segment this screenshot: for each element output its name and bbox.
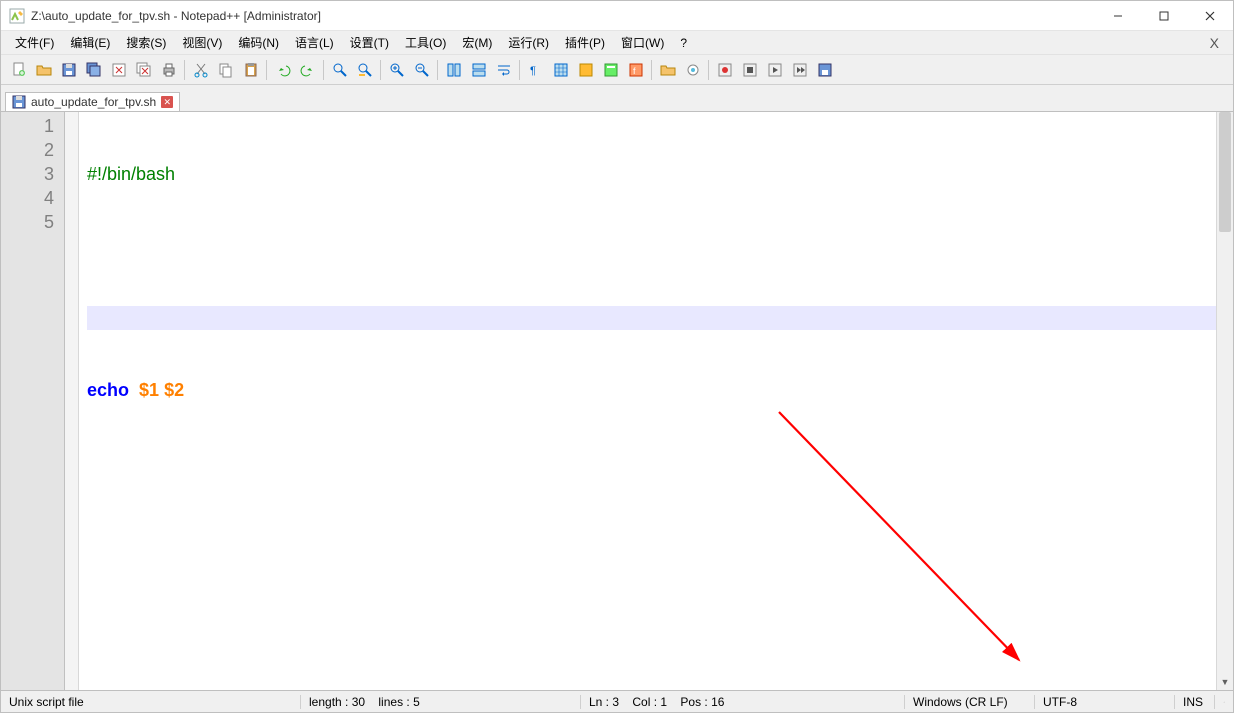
replace-button[interactable] (353, 58, 376, 81)
menu-settings[interactable]: 设置(T) (342, 32, 397, 53)
status-encoding[interactable]: UTF-8 (1035, 695, 1175, 709)
sync-h-button[interactable] (467, 58, 490, 81)
app-icon (9, 8, 25, 24)
menu-language[interactable]: 语言(L) (287, 32, 342, 53)
line-number: 2 (1, 138, 54, 162)
redo-button[interactable] (296, 58, 319, 81)
disk-icon (12, 95, 26, 109)
maximize-button[interactable] (1141, 1, 1187, 31)
status-length-lines: length : 30 lines : 5 (301, 695, 581, 709)
status-eol[interactable]: Windows (CR LF) (905, 695, 1035, 709)
close-all-button[interactable] (132, 58, 155, 81)
code-text: $2 (164, 380, 184, 400)
menu-file[interactable]: 文件(F) (7, 32, 62, 53)
menu-edit[interactable]: 编辑(E) (62, 32, 118, 53)
line-number: 4 (1, 186, 54, 210)
doc-map-button[interactable] (599, 58, 622, 81)
toolbar: ¶ f (1, 55, 1233, 85)
folder-button[interactable] (656, 58, 679, 81)
close-button-tb[interactable] (107, 58, 130, 81)
menu-window[interactable]: 窗口(W) (613, 32, 672, 53)
resize-grip-icon[interactable] (1215, 696, 1233, 708)
menu-encoding[interactable]: 编码(N) (230, 32, 287, 53)
menu-run[interactable]: 运行(R) (500, 32, 557, 53)
scroll-thumb[interactable] (1219, 112, 1231, 232)
current-line (87, 306, 1216, 330)
titlebar: Z:\auto_update_for_tpv.sh - Notepad++ [A… (1, 1, 1233, 31)
copy-button[interactable] (214, 58, 237, 81)
code-area[interactable]: #!/bin/bash echo $1 $2 (79, 112, 1216, 690)
code-text: echo (87, 380, 129, 400)
undo-button[interactable] (271, 58, 294, 81)
tab-close-icon[interactable]: ✕ (161, 96, 173, 108)
status-cursor: Ln : 3 Col : 1 Pos : 16 (581, 695, 905, 709)
annotation-arrow (769, 402, 1129, 682)
vertical-scrollbar[interactable]: ▲ ▼ (1216, 112, 1233, 690)
status-bar: Unix script file length : 30 lines : 5 L… (1, 690, 1233, 712)
status-insert-mode[interactable]: INS (1175, 695, 1215, 709)
zoom-in-button[interactable] (385, 58, 408, 81)
new-file-button[interactable] (7, 58, 30, 81)
status-filetype: Unix script file (1, 695, 301, 709)
indent-guide-button[interactable] (549, 58, 572, 81)
play-macro-button[interactable] (763, 58, 786, 81)
menubar: 文件(F) 编辑(E) 搜索(S) 视图(V) 编码(N) 语言(L) 设置(T… (1, 31, 1233, 55)
scroll-down-icon[interactable]: ▼ (1217, 673, 1233, 690)
zoom-out-button[interactable] (410, 58, 433, 81)
tab-bar: auto_update_for_tpv.sh ✕ (1, 85, 1233, 111)
svg-text:¶: ¶ (530, 65, 536, 77)
save-button[interactable] (57, 58, 80, 81)
tab-label: auto_update_for_tpv.sh (31, 95, 156, 109)
minimize-button[interactable] (1095, 1, 1141, 31)
code-text: #!/bin/bash (87, 164, 175, 184)
monitor-button[interactable] (681, 58, 704, 81)
open-file-button[interactable] (32, 58, 55, 81)
udl-button[interactable] (574, 58, 597, 81)
sync-v-button[interactable] (442, 58, 465, 81)
save-all-button[interactable] (82, 58, 105, 81)
editor: 1 2 3 4 5 #!/bin/bash echo $1 $2 ▲ ▼ (1, 111, 1233, 690)
menu-search[interactable]: 搜索(S) (118, 32, 174, 53)
print-button[interactable] (157, 58, 180, 81)
line-number-gutter: 1 2 3 4 5 (1, 112, 65, 690)
code-text: $1 (139, 380, 159, 400)
menu-macro[interactable]: 宏(M) (454, 32, 500, 53)
menu-help[interactable]: ? (672, 34, 695, 52)
find-button[interactable] (328, 58, 351, 81)
window-title: Z:\auto_update_for_tpv.sh - Notepad++ [A… (31, 9, 321, 23)
play-multi-button[interactable] (788, 58, 811, 81)
app-window: Z:\auto_update_for_tpv.sh - Notepad++ [A… (0, 0, 1234, 713)
line-number: 1 (1, 114, 54, 138)
line-number: 3 (1, 162, 54, 186)
record-macro-button[interactable] (713, 58, 736, 81)
menu-view[interactable]: 视图(V) (174, 32, 230, 53)
show-all-chars-button[interactable]: ¶ (524, 58, 547, 81)
close-button[interactable] (1187, 1, 1233, 31)
file-tab[interactable]: auto_update_for_tpv.sh ✕ (5, 92, 180, 112)
wrap-button[interactable] (492, 58, 515, 81)
stop-macro-button[interactable] (738, 58, 761, 81)
save-macro-button[interactable] (813, 58, 836, 81)
menubar-close-doc-button[interactable]: X (1202, 35, 1227, 51)
menu-plugins[interactable]: 插件(P) (557, 32, 613, 53)
menu-tools[interactable]: 工具(O) (397, 32, 454, 53)
fold-margin (65, 112, 79, 690)
line-number: 5 (1, 210, 54, 234)
func-list-button[interactable]: f (624, 58, 647, 81)
paste-button[interactable] (239, 58, 262, 81)
cut-button[interactable] (189, 58, 212, 81)
